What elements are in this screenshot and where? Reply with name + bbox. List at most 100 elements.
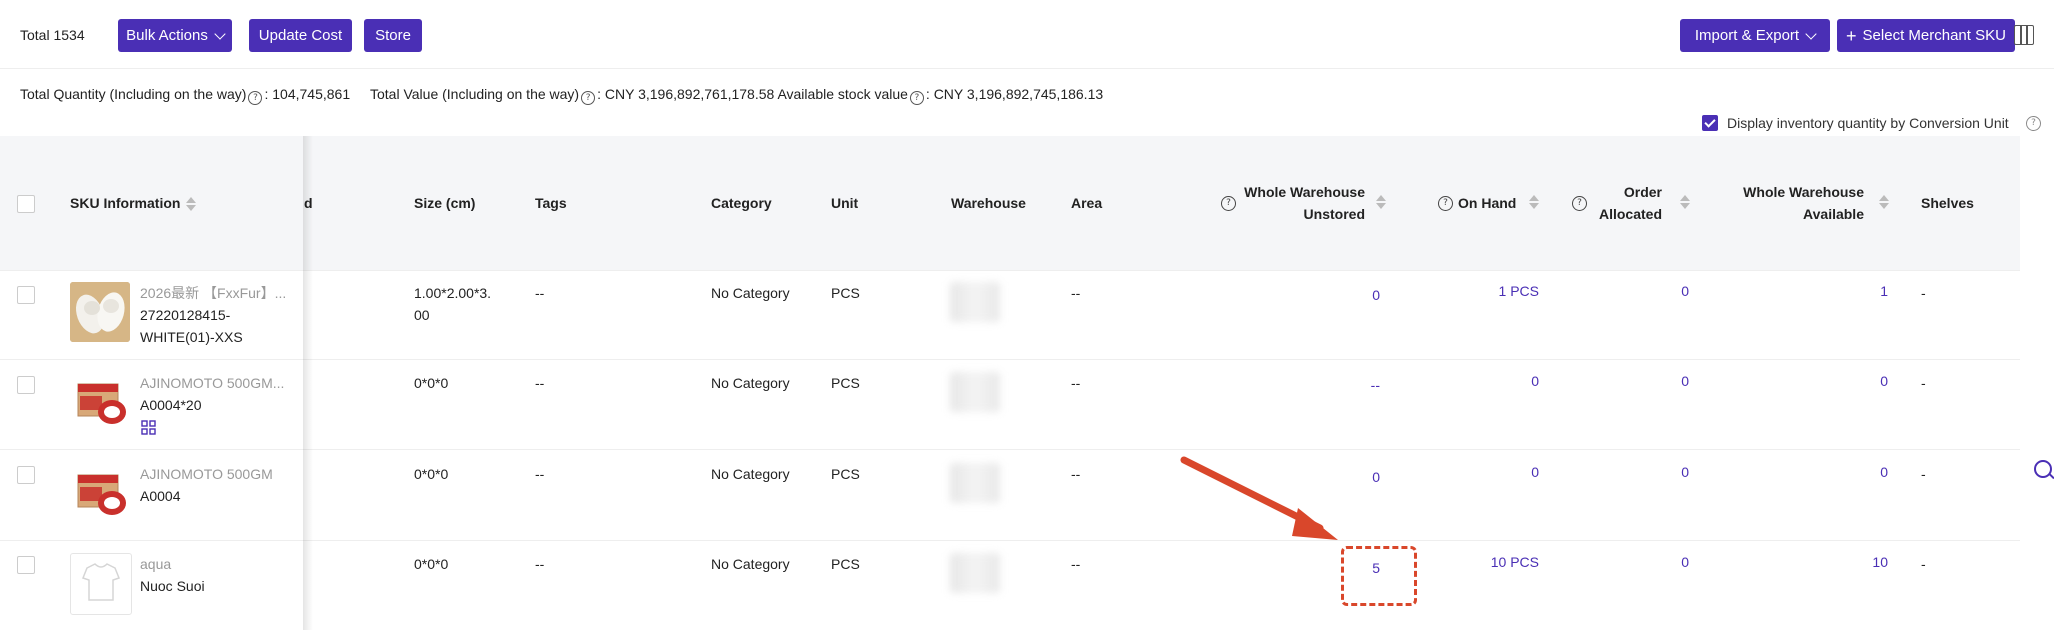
grid-icon-svg	[141, 420, 156, 435]
total-count: Total 1534	[20, 27, 85, 43]
sku-code: WHITE(01)-XXS	[140, 329, 243, 345]
on-hand-value[interactable]: 0	[1450, 373, 1539, 389]
column-header-area: Area	[1071, 195, 1103, 211]
tags-value: --	[535, 285, 545, 301]
available-value[interactable]: 0	[1790, 464, 1888, 480]
shelves-value: -	[1921, 285, 1926, 301]
slippers-image	[70, 282, 130, 342]
plus-icon: +	[1846, 25, 1857, 46]
update-cost-label: Update Cost	[258, 27, 343, 44]
product-name[interactable]: aqua	[140, 553, 171, 575]
size-value: 1.00*2.00*3.	[414, 285, 492, 301]
column-header-allocated: Order Allocated	[1590, 181, 1662, 225]
shelves-value: -	[1921, 466, 1926, 482]
help-icon[interactable]: ?	[248, 91, 263, 105]
unstored-value[interactable]: 0	[1290, 287, 1380, 303]
category-value: No Category	[711, 556, 790, 572]
product-name[interactable]: 2026最新 【FxxFur】...	[140, 282, 286, 304]
warehouse-value-blurred	[950, 463, 1000, 503]
tags-value: --	[535, 556, 545, 572]
select-all-checkbox[interactable]	[17, 195, 35, 213]
warehouse-value-blurred	[950, 372, 1000, 412]
sort-icon[interactable]	[186, 197, 197, 212]
summary-total-quantity: Total Quantity (Including on the way)?: …	[20, 86, 350, 105]
available-value[interactable]: 1	[1790, 283, 1888, 299]
category-value: No Category	[711, 285, 790, 301]
help-icon[interactable]: ?	[1438, 196, 1453, 211]
sort-icon[interactable]	[1680, 195, 1690, 209]
sku-code: 27220128415-	[140, 307, 231, 323]
product-name[interactable]: AJINOMOTO 500GM...	[140, 372, 284, 394]
import-export-button[interactable]: Import & Export	[1680, 19, 1830, 52]
sort-icon[interactable]	[1879, 195, 1889, 209]
conversion-unit-label: Display inventory quantity by Conversion…	[1727, 115, 2009, 131]
column-header-shelves: Shelves	[1921, 195, 1974, 211]
total-value-value: : CNY 3,196,892,761,178.58	[597, 86, 775, 102]
on-hand-value[interactable]: 10 PCS	[1450, 554, 1539, 570]
unit-value: PCS	[831, 556, 860, 572]
area-value: --	[1071, 466, 1081, 482]
product-thumbnail-slippers[interactable]	[70, 282, 130, 342]
shelves-value: -	[1921, 375, 1926, 391]
row-checkbox[interactable]	[17, 466, 35, 484]
column-header-sku-info[interactable]: SKU Information	[70, 192, 197, 214]
unstored-value[interactable]: --	[1290, 377, 1380, 393]
bulk-actions-button[interactable]: Bulk Actions	[118, 19, 232, 52]
column-header-on-hand: On Hand	[1458, 195, 1517, 211]
unit-value: PCS	[831, 375, 860, 391]
bundle-grid-icon[interactable]	[141, 420, 156, 435]
frozen-column-shadow	[303, 136, 313, 630]
product-name[interactable]: AJINOMOTO 500GM	[140, 463, 273, 485]
chevron-down-icon	[1805, 27, 1817, 40]
sort-icon[interactable]	[1376, 195, 1386, 209]
shelves-value: -	[1921, 556, 1926, 572]
size-value: 00	[414, 307, 430, 323]
select-merchant-sku-label: Select Merchant SKU	[1862, 27, 2006, 44]
warehouse-value-blurred	[950, 282, 1000, 322]
sku-code: A0004	[140, 488, 181, 504]
total-value-label: Total Value (Including on the way)	[370, 86, 580, 102]
product-thumbnail-placeholder[interactable]	[70, 553, 132, 615]
on-hand-value[interactable]: 1 PCS	[1450, 283, 1539, 299]
columns-settings-icon[interactable]	[2014, 25, 2034, 45]
size-value: 0*0*0	[414, 375, 449, 391]
row-checkbox[interactable]	[17, 556, 35, 574]
row-checkbox[interactable]	[17, 376, 35, 394]
allocated-value[interactable]: 0	[1610, 283, 1689, 299]
check-icon	[1704, 116, 1716, 128]
available-value[interactable]: 10	[1790, 554, 1888, 570]
select-merchant-sku-button[interactable]: + Select Merchant SKU	[1837, 19, 2015, 52]
help-icon[interactable]: ?	[1572, 196, 1587, 211]
help-icon[interactable]: ?	[581, 91, 596, 105]
available-value[interactable]: 0	[1790, 373, 1888, 389]
allocated-value[interactable]: 0	[1610, 554, 1689, 570]
allocated-value[interactable]: 0	[1610, 464, 1689, 480]
on-hand-value[interactable]: 0	[1450, 464, 1539, 480]
size-value: 0*0*0	[414, 466, 449, 482]
box-image	[77, 474, 126, 515]
product-thumbnail-ajinomoto-box[interactable]	[70, 372, 130, 432]
sort-icon[interactable]	[1529, 195, 1539, 209]
conversion-unit-checkbox[interactable]	[1702, 115, 1718, 131]
update-cost-button[interactable]: Update Cost	[249, 19, 352, 52]
column-header-line: Allocated	[1598, 206, 1662, 222]
no-image-icon	[82, 563, 120, 601]
sku-code: A0004*20	[140, 397, 202, 413]
store-button[interactable]: Store	[364, 19, 422, 52]
allocated-value[interactable]: 0	[1610, 373, 1689, 389]
product-thumbnail-ajinomoto[interactable]	[70, 463, 130, 523]
tags-value: --	[535, 375, 545, 391]
tags-value: --	[535, 466, 545, 482]
annotation-arrow	[1180, 456, 1338, 540]
help-icon[interactable]: ?	[909, 91, 924, 105]
area-value: --	[1071, 285, 1081, 301]
summary-total-value: Total Value (Including on the way)?: CNY…	[370, 86, 1103, 105]
help-icon[interactable]: ?	[2026, 116, 2041, 131]
help-icon[interactable]: ?	[1221, 196, 1236, 211]
column-header-line: Whole Warehouse	[1743, 184, 1864, 200]
column-header-size: Size (cm)	[414, 195, 476, 211]
row-checkbox[interactable]	[17, 286, 35, 304]
chevron-down-icon	[214, 27, 226, 40]
bulk-actions-label: Bulk Actions	[126, 27, 208, 44]
search-icon[interactable]	[2034, 460, 2054, 480]
